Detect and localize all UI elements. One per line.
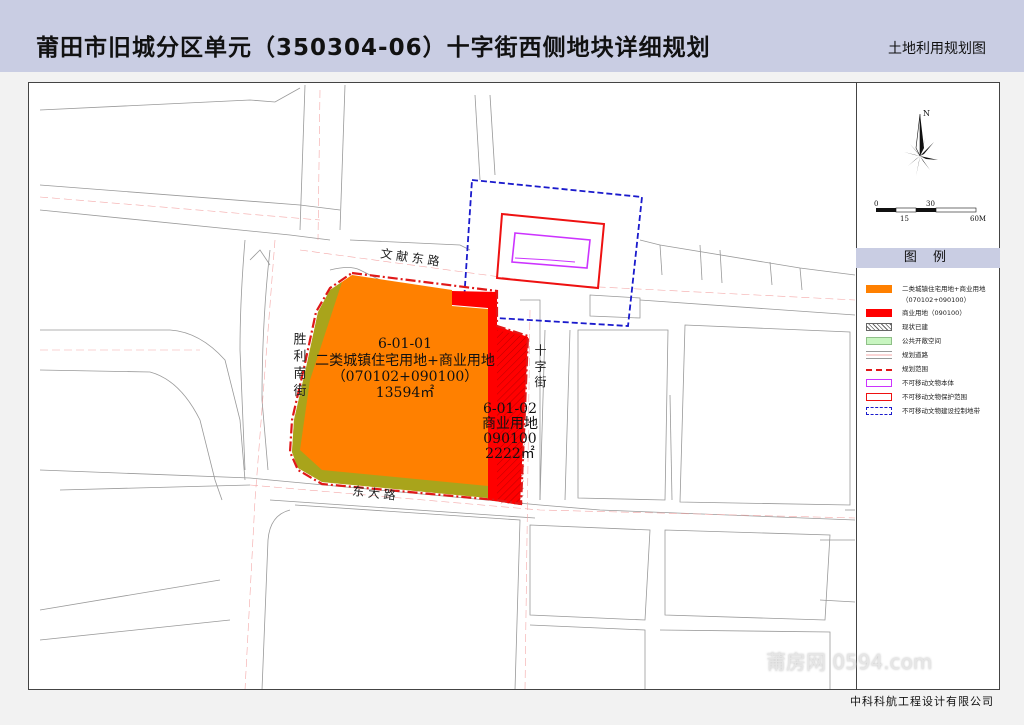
block-outline bbox=[489, 94, 496, 176]
legend-swatch-bluedash bbox=[866, 407, 892, 415]
legend-item: 不可移动文物本体 bbox=[866, 378, 998, 392]
block-outline bbox=[529, 524, 651, 621]
block-outline bbox=[589, 294, 641, 319]
scale-label-0: 0 bbox=[874, 200, 878, 208]
scale-bar: 0 15 30 60M bbox=[874, 200, 986, 223]
legend-swatch-hatch bbox=[866, 323, 892, 331]
block-outline bbox=[39, 209, 331, 241]
legend-item: 规划道路 bbox=[866, 350, 998, 364]
parcel-1-use: 二类城镇住宅用地+商业用地 bbox=[315, 353, 495, 369]
parcel-2-use-code: 090100 bbox=[483, 431, 536, 447]
block-outline bbox=[294, 504, 521, 689]
scale-label-30: 30 bbox=[926, 200, 935, 208]
parcel-2-code: 6-01-02 bbox=[483, 401, 537, 417]
block-outline bbox=[639, 239, 855, 276]
road-centerline bbox=[244, 239, 276, 689]
block-outline bbox=[769, 261, 773, 286]
block-outline bbox=[269, 499, 536, 519]
compass-and-scale: N 0 15 30 60M bbox=[874, 109, 986, 223]
legend-label: 公共开敞空间 bbox=[902, 337, 941, 345]
block-outline bbox=[59, 484, 251, 491]
block-outline bbox=[339, 84, 346, 231]
legend-title: 图 例 bbox=[856, 248, 1000, 268]
legend-swatch-magenta bbox=[866, 379, 892, 387]
parcel-1-area: 13594㎡ bbox=[376, 385, 435, 401]
legend-item: 公共开敞空间 bbox=[866, 336, 998, 350]
map-subtitle: 土地利用规划图 bbox=[888, 41, 986, 57]
block-outline bbox=[679, 324, 851, 506]
block-outline bbox=[39, 87, 301, 111]
block-outline bbox=[40, 329, 246, 481]
street-label-shengli: 胜 利 南 街 bbox=[291, 332, 307, 397]
street-label-shizi: 十 字 街 bbox=[533, 344, 547, 388]
block-outline bbox=[564, 329, 571, 501]
block-outline bbox=[659, 244, 663, 276]
watermark: 莆房网 0594.com bbox=[766, 650, 933, 674]
block-outline bbox=[249, 249, 271, 266]
legend-label: 商业用地（090100） bbox=[902, 309, 966, 317]
legend-label: 现状已建 bbox=[902, 323, 928, 331]
block-outline bbox=[239, 239, 246, 471]
street-label-wenxian: 文 献 东 路 bbox=[380, 246, 441, 269]
legend-label-code: （070102+090100） bbox=[902, 296, 971, 304]
legend-label: 不可移动文物本体 bbox=[902, 379, 954, 387]
parcel-1-use-code: （070102+090100） bbox=[332, 369, 479, 385]
legend-item: 商业用地（090100） bbox=[866, 308, 998, 322]
legend-label: 不可移动文物保护范围 bbox=[902, 393, 967, 401]
legend-label: 二类城镇住宅用地+商业用地 bbox=[902, 285, 986, 293]
legend-label: 规划道路 bbox=[902, 351, 928, 359]
block-outline bbox=[261, 509, 291, 689]
block-outline bbox=[474, 94, 481, 181]
block-outline bbox=[577, 329, 669, 501]
block-outline bbox=[39, 619, 231, 641]
block-outline bbox=[664, 529, 831, 621]
legend-swatch-orange bbox=[866, 285, 892, 293]
parcel-1-code: 6-01-01 bbox=[378, 336, 432, 352]
block-outline bbox=[299, 84, 306, 231]
legend-item: 现状已建 bbox=[866, 322, 998, 336]
legend-list: 二类城镇住宅用地+商业用地 （070102+090100） 商业用地（09010… bbox=[866, 284, 998, 420]
scale-label-15: 15 bbox=[900, 215, 909, 223]
block-outline bbox=[799, 267, 803, 291]
legend-swatch-road bbox=[866, 351, 892, 359]
parcel-2-area: 2222㎡ bbox=[485, 446, 535, 462]
north-arrow-icon bbox=[904, 113, 938, 176]
road-centerline bbox=[317, 89, 321, 241]
land-use-map: 6-01-01 二类城镇住宅用地+商业用地 （070102+090100） 13… bbox=[39, 84, 855, 689]
header-bar: 莆田市旧城分区单元（350304-06）十字街西侧地块详细规划 土地利用规划图 bbox=[0, 0, 1024, 72]
road-centerline bbox=[249, 484, 855, 519]
legend-swatch-green bbox=[866, 337, 892, 345]
legend-swatch-redline bbox=[866, 393, 892, 401]
legend-item: 规划范围 bbox=[866, 364, 998, 378]
block-outline bbox=[39, 184, 341, 211]
block-outline bbox=[39, 369, 223, 501]
company-name: 中科科航工程设计有限公司 bbox=[850, 695, 994, 708]
scale-label-60: 60M bbox=[970, 215, 986, 223]
legend-item: 不可移动文物建设控制地带 bbox=[866, 406, 998, 420]
parcel-2-use: 商业用地 bbox=[482, 416, 538, 432]
heritage-relic-body bbox=[511, 232, 591, 269]
legend-label: 规划范围 bbox=[902, 365, 928, 373]
legend-item: 二类城镇住宅用地+商业用地 （070102+090100） bbox=[866, 284, 998, 308]
block-outline bbox=[639, 299, 855, 316]
legend-item: 不可移动文物保护范围 bbox=[866, 392, 998, 406]
legend-swatch-red bbox=[866, 309, 892, 317]
legend-swatch-boundary bbox=[866, 369, 892, 371]
map-title: 莆田市旧城分区单元（350304-06）十字街西侧地块详细规划 bbox=[36, 35, 711, 61]
block-outline bbox=[819, 599, 855, 603]
block-outline bbox=[669, 394, 673, 501]
block-outline bbox=[529, 624, 646, 689]
block-outline bbox=[699, 244, 703, 281]
north-label: N bbox=[923, 109, 930, 118]
legend-label: 不可移动文物建设控制地带 bbox=[902, 407, 980, 415]
block-outline bbox=[39, 579, 221, 611]
road-centerline bbox=[39, 196, 321, 221]
block-outline bbox=[349, 239, 471, 251]
